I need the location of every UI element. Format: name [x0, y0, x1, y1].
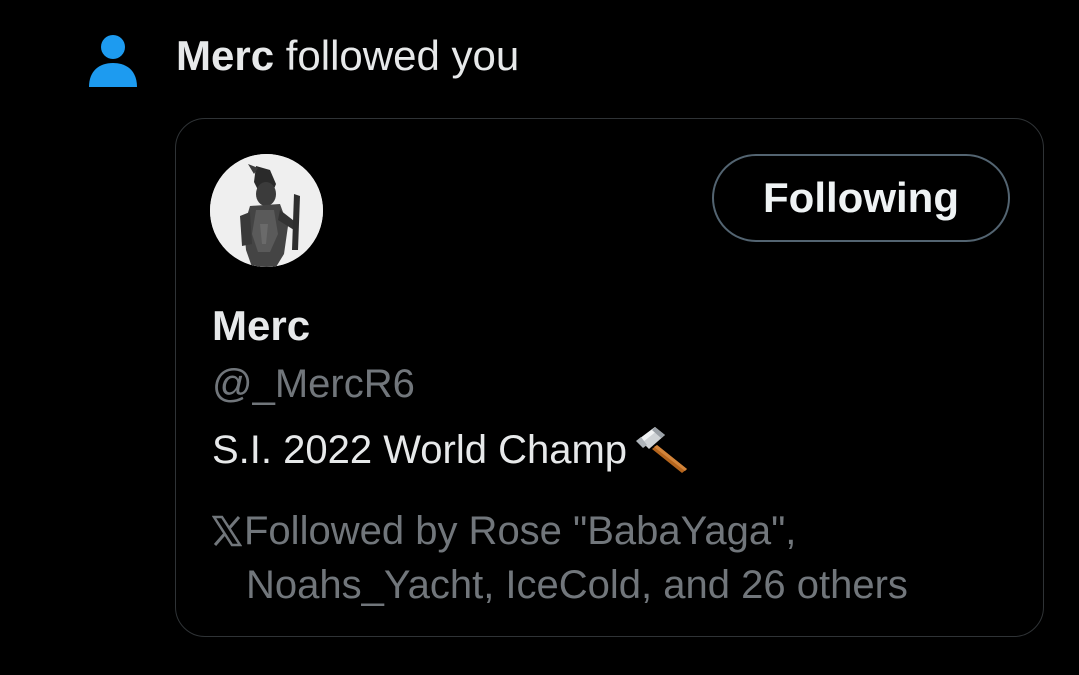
- bio: S.I. 2022 World Champ: [212, 424, 693, 476]
- x-logo-icon: [211, 507, 243, 547]
- person-icon: [86, 33, 140, 89]
- profile-card[interactable]: Following Merc @_MercR6 S.I. 2022 World …: [175, 118, 1044, 637]
- action-text: followed you: [274, 32, 520, 79]
- handle[interactable]: @_MercR6: [212, 359, 415, 409]
- followed-by-line1: Followed by Rose "BabaYaga",: [244, 509, 797, 553]
- avatar[interactable]: [210, 154, 323, 267]
- follow-notification[interactable]: Merc followed you Following Merc @_MercR…: [0, 0, 1079, 675]
- following-button[interactable]: Following: [712, 154, 1010, 242]
- followed-by-line2: Noahs_Yacht, IceCold, and 26 others: [246, 563, 908, 607]
- knight-avatar-icon: [210, 154, 323, 267]
- bio-text: S.I. 2022 World Champ: [212, 428, 628, 472]
- followed-by[interactable]: Followed by Rose "BabaYaga", Noahs_Yacht…: [211, 504, 1032, 612]
- actor-name[interactable]: Merc: [176, 32, 274, 79]
- hammer-icon: [635, 425, 693, 473]
- display-name[interactable]: Merc: [212, 301, 310, 351]
- notification-headline: Merc followed you: [176, 30, 519, 82]
